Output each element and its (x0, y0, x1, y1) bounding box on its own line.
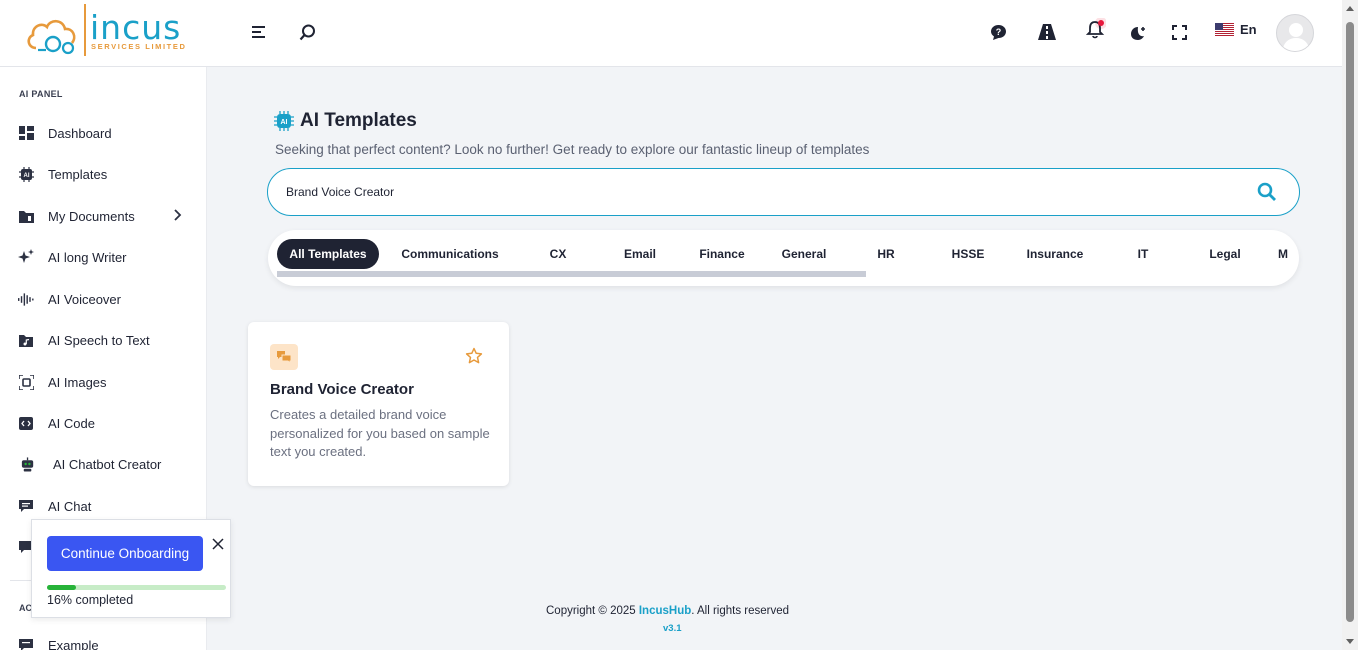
language-label: En (1240, 22, 1257, 37)
sidebar-item-ai-chatbot-creator[interactable]: AI Chatbot Creator (0, 449, 206, 479)
sidebar-item-ai-speech-to-text[interactable]: AI Speech to Text (0, 325, 206, 355)
sidebar-item-label: AI long Writer (48, 249, 127, 265)
user-silhouette-icon (1282, 23, 1310, 51)
logo-divider (84, 4, 86, 56)
rights-text: . All rights reserved (691, 605, 790, 617)
chat-help-icon[interactable]: ? (990, 24, 1007, 41)
tab-legal[interactable]: Legal (1189, 239, 1261, 269)
sidebar-item-ai-chat[interactable]: AI Chat (0, 491, 206, 521)
tab-hr[interactable]: HR (851, 239, 921, 269)
scroll-down-arrow-icon[interactable] (1346, 639, 1354, 644)
search-icon[interactable] (1257, 182, 1277, 207)
page-header: AI AI Templates (274, 110, 417, 132)
chevron-right-icon[interactable] (174, 208, 182, 224)
tab-finance[interactable]: Finance (687, 239, 757, 269)
sidebar-item-label: My Documents (48, 208, 135, 224)
tab-all-templates[interactable]: All Templates (277, 239, 379, 269)
sidebar-item-ai-long-writer[interactable]: AI long Writer (0, 242, 206, 272)
tab-hsse[interactable]: HSSE (933, 239, 1003, 269)
chat-bubbles-icon (270, 344, 298, 370)
sidebar-item-label: AI Chat (48, 498, 92, 514)
card-title: Brand Voice Creator (270, 381, 414, 398)
category-tabs: All Templates Communications CX Email Fi… (268, 230, 1299, 286)
code-icon (18, 415, 34, 431)
favorite-star-icon[interactable] (465, 347, 483, 370)
fullscreen-icon[interactable] (1172, 25, 1187, 40)
brand-logo[interactable]: incus SERVICES LIMITED (26, 4, 196, 60)
sidebar-item-label: Example (48, 637, 99, 650)
tab-it[interactable]: IT (1107, 239, 1179, 269)
sidebar-item-example[interactable]: Example (0, 630, 206, 650)
menu-icon[interactable] (252, 25, 268, 39)
search-icon[interactable] (299, 24, 316, 41)
close-icon[interactable] (212, 537, 224, 555)
onboarding-progress-text: 16% completed (47, 593, 134, 607)
ai-chip-icon: AI (18, 166, 34, 182)
sidebar-item-ai-voiceover[interactable]: AI Voiceover (0, 284, 206, 314)
image-scan-icon (18, 374, 34, 390)
onboarding-progress-fill (47, 585, 76, 590)
continue-onboarding-button[interactable]: Continue Onboarding (47, 536, 203, 571)
sidebar-panel-title: AI PANEL (19, 89, 63, 99)
tab-general[interactable]: General (769, 239, 839, 269)
sidebar-item-label: AI Images (48, 374, 107, 390)
svg-text:AI: AI (281, 119, 288, 126)
scroll-up-arrow-icon[interactable] (1346, 6, 1354, 11)
road-icon[interactable] (1038, 24, 1056, 40)
tab-communications[interactable]: Communications (392, 239, 508, 269)
tab-more[interactable]: M (1278, 239, 1299, 269)
avatar[interactable] (1276, 14, 1314, 52)
template-card[interactable]: Brand Voice Creator Creates a detailed b… (248, 322, 509, 486)
chat-icon (18, 637, 34, 650)
svg-text:AI: AI (23, 173, 29, 179)
top-header: incus SERVICES LIMITED ? En (0, 0, 1342, 67)
footer-copyright: Copyright © 2025 IncusHub. All rights re… (546, 605, 789, 617)
sidebar-item-label: AI Voiceover (48, 291, 121, 307)
sidebar-item-ai-code[interactable]: AI Code (0, 408, 206, 438)
tab-email[interactable]: Email (605, 239, 675, 269)
card-description: Creates a detailed brand voice personali… (270, 407, 490, 459)
sidebar-item-ai-images[interactable]: AI Images (0, 367, 206, 397)
onboarding-progress-bar (47, 585, 226, 590)
sidebar-item-label: Templates (48, 166, 108, 182)
sidebar-item-my-documents[interactable]: My Documents (0, 201, 206, 231)
page-title: AI Templates (300, 110, 417, 131)
sidebar-item-label: AI Chatbot Creator (53, 456, 162, 472)
app-version: v3.1 (663, 623, 682, 634)
sidebar-item-dashboard[interactable]: Dashboard (0, 118, 206, 148)
waveform-icon (18, 291, 34, 307)
sidebar-item-label: AI Speech to Text (48, 332, 150, 348)
folder-icon (18, 208, 34, 224)
moon-icon[interactable] (1129, 25, 1147, 41)
tab-insurance[interactable]: Insurance (1019, 239, 1091, 269)
tab-cx[interactable]: CX (523, 239, 593, 269)
sparkles-icon (18, 249, 34, 265)
bell-icon[interactable] (1086, 18, 1106, 40)
template-search (267, 168, 1300, 216)
audio-file-icon (18, 332, 34, 348)
onboarding-popup: Continue Onboarding 16% completed (31, 519, 231, 618)
svg-text:?: ? (996, 27, 1002, 37)
copyright-text: Copyright © 2025 (546, 605, 639, 617)
dashboard-icon (18, 125, 34, 141)
robot-icon (20, 456, 36, 472)
chat-icon (18, 498, 34, 514)
sidebar-item-label: AI Code (48, 415, 95, 431)
cloud-logo-icon (27, 19, 76, 55)
ai-chip-icon: AI (274, 111, 294, 131)
sidebar-item-label: Dashboard (48, 125, 112, 141)
us-flag-icon (1215, 23, 1234, 36)
scrollbar-thumb[interactable] (1346, 22, 1354, 622)
company-link[interactable]: IncusHub (639, 605, 691, 617)
tabs-scrollbar[interactable] (277, 271, 866, 277)
page-subtitle: Seeking that perfect content? Look no fu… (275, 142, 870, 157)
brand-tagline: SERVICES LIMITED (91, 42, 187, 51)
sidebar-item-templates[interactable]: AI Templates (0, 159, 206, 189)
page-scrollbar[interactable] (1342, 0, 1358, 650)
search-input[interactable] (286, 182, 1246, 202)
language-selector[interactable]: En (1215, 22, 1257, 37)
